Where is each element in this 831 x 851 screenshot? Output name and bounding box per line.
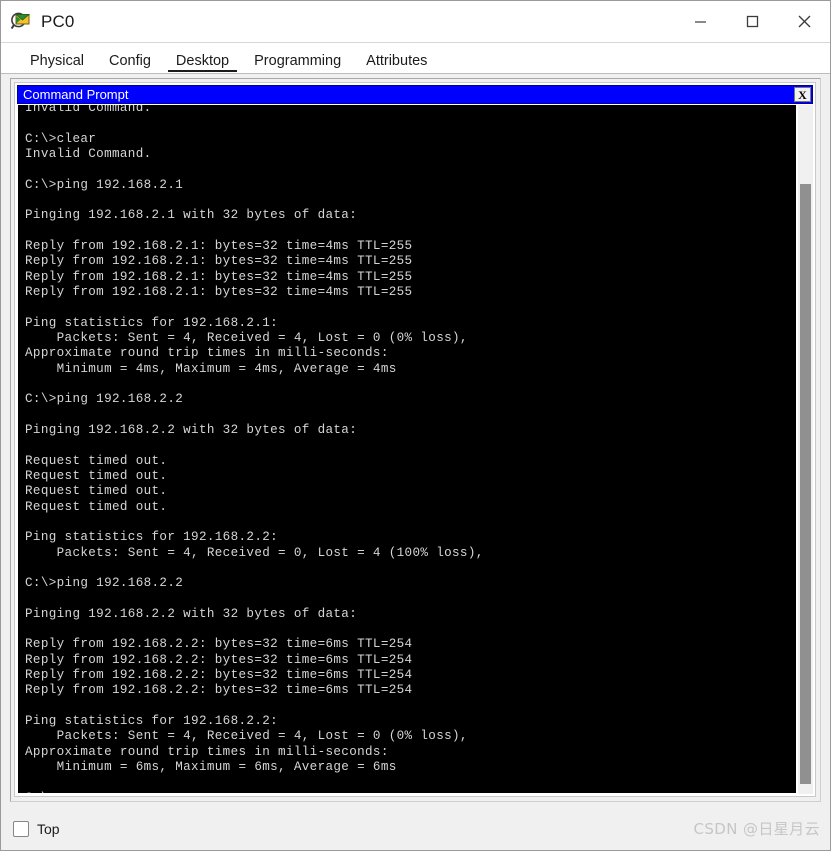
terminal-line: Reply from 192.168.2.1: bytes=32 time=4m… — [25, 284, 413, 299]
terminal-line: Pinging 192.168.2.2 with 32 bytes of dat… — [25, 422, 358, 437]
terminal-line: Packets: Sent = 4, Received = 4, Lost = … — [25, 729, 468, 744]
terminal-line: Pinging 192.168.2.1 with 32 bytes of dat… — [25, 208, 358, 223]
top-checkbox-label: Top — [37, 820, 60, 837]
maximize-button[interactable] — [726, 1, 778, 42]
terminal-scrollbar[interactable] — [797, 105, 813, 794]
terminal-line: Reply from 192.168.2.2: bytes=32 time=6m… — [25, 637, 413, 652]
terminal-line: Reply from 192.168.2.1: bytes=32 time=4m… — [25, 238, 413, 253]
terminal-line: C:\>ping 192.168.2.2 — [25, 576, 184, 591]
tab-desktop[interactable]: Desktop — [167, 53, 238, 74]
minimize-button[interactable] — [674, 1, 726, 42]
terminal-line: Ping statistics for 192.168.2.2: — [25, 714, 279, 729]
terminal-line: Request timed out. — [25, 484, 168, 499]
window-title: PC0 — [41, 11, 75, 31]
desktop-panel: Command Prompt X Invalid Command. C:\>cl… — [10, 78, 821, 802]
terminal-line: Request timed out. — [25, 468, 168, 483]
terminal-output[interactable]: Invalid Command. C:\>clear Invalid Comman… — [17, 105, 797, 794]
window-titlebar: PC0 — [1, 1, 830, 43]
terminal-line: Request timed out. — [25, 499, 168, 514]
terminal-line: Approximate round trip times in milli-se… — [25, 346, 389, 361]
tab-physical[interactable]: Physical — [21, 53, 93, 74]
terminal-line: Packets: Sent = 4, Received = 4, Lost = … — [25, 330, 468, 345]
top-checkbox[interactable] — [13, 820, 29, 837]
terminal-line: C:\>ping 192.168.2.1 — [25, 177, 184, 192]
watermark-text: CSDN @日星月云 — [693, 820, 820, 838]
window-footer: Top CSDN @日星月云 — [1, 807, 830, 850]
terminal-line: Reply from 192.168.2.2: bytes=32 time=6m… — [25, 668, 413, 683]
command-prompt-close-button[interactable]: X — [794, 87, 811, 102]
desktop-tab-content: Command Prompt X Invalid Command. C:\>cl… — [1, 74, 830, 807]
command-prompt-titlebar: Command Prompt X — [17, 85, 813, 104]
command-prompt-title: Command Prompt — [23, 87, 129, 102]
terminal-line: C:\> — [25, 791, 796, 793]
tab-attributes[interactable]: Attributes — [357, 53, 436, 74]
terminal-line: C:\>ping 192.168.2.2 — [25, 392, 184, 407]
terminal-line: Reply from 192.168.2.1: bytes=32 time=4m… — [25, 269, 413, 284]
close-button[interactable] — [778, 1, 830, 42]
terminal-lines: Invalid Command. C:\>clear Invalid Comman… — [25, 105, 796, 793]
terminal-line: Pinging 192.168.2.2 with 32 bytes of dat… — [25, 606, 358, 621]
terminal-line: Ping statistics for 192.168.2.2: — [25, 530, 279, 545]
pc0-device-window: PC0 Physical Config Desktop Programming … — [0, 0, 831, 851]
tab-config[interactable]: Config — [100, 53, 160, 74]
terminal-line: Approximate round trip times in milli-se… — [25, 744, 389, 759]
packet-tracer-device-icon — [10, 11, 32, 33]
scrollbar-thumb[interactable] — [800, 184, 811, 784]
terminal-line: Request timed out. — [25, 453, 168, 468]
terminal-line: Minimum = 4ms, Maximum = 4ms, Average = … — [25, 361, 397, 376]
command-prompt-window: Command Prompt X Invalid Command. C:\>cl… — [14, 82, 816, 797]
device-tabs: Physical Config Desktop Programming Attr… — [1, 43, 830, 74]
terminal-line: Minimum = 6ms, Maximum = 6ms, Average = … — [25, 760, 397, 775]
terminal-line: Reply from 192.168.2.2: bytes=32 time=6m… — [25, 652, 413, 667]
terminal-line: Ping statistics for 192.168.2.1: — [25, 315, 279, 330]
window-controls — [674, 1, 830, 42]
terminal-area: Invalid Command. C:\>clear Invalid Comman… — [17, 105, 813, 794]
terminal-line: Reply from 192.168.2.2: bytes=32 time=6m… — [25, 683, 413, 698]
terminal-line: Packets: Sent = 4, Received = 0, Lost = … — [25, 545, 484, 560]
terminal-line: Invalid Command. — [25, 146, 152, 161]
terminal-line: Reply from 192.168.2.1: bytes=32 time=4m… — [25, 254, 413, 269]
tab-programming[interactable]: Programming — [245, 53, 350, 74]
terminal-line: Invalid Command. — [25, 105, 152, 115]
terminal-line: C:\>clear — [25, 131, 97, 146]
